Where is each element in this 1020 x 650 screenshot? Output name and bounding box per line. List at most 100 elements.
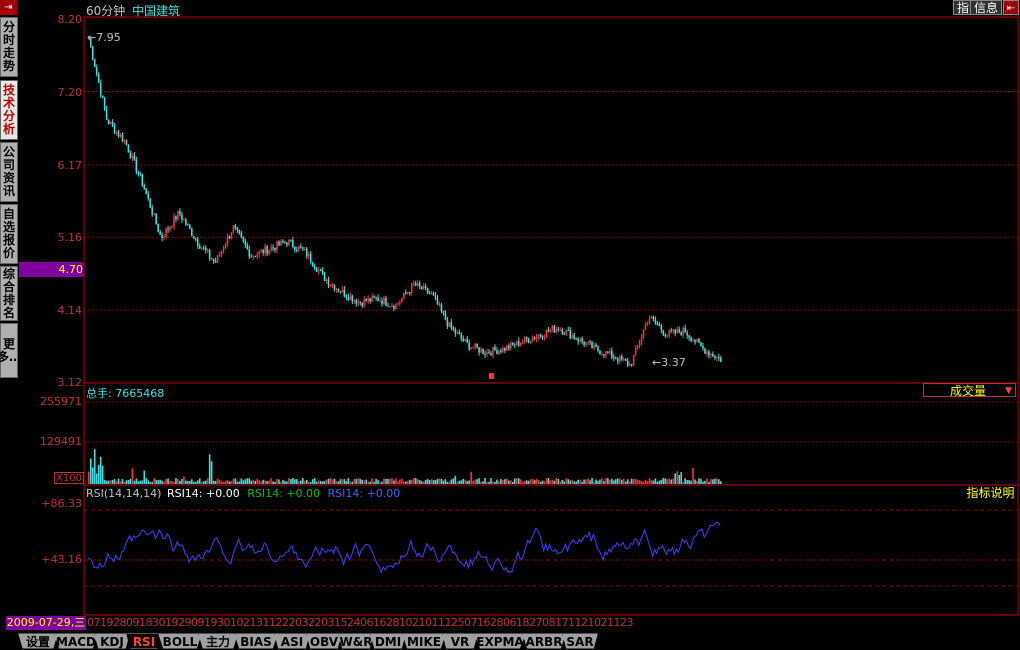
volume-bar: [335, 481, 338, 484]
volume-bar: [196, 480, 199, 484]
volume-bar: [208, 454, 211, 484]
indicator-tab[interactable]: BOLL: [158, 633, 202, 649]
volume-bar: [597, 480, 599, 484]
indicator-tab[interactable]: 主力: [198, 633, 238, 649]
candle-body: [339, 291, 342, 293]
candle-body: [418, 283, 421, 287]
volume-bar: [292, 478, 294, 484]
candle-body: [460, 334, 463, 339]
volume-bar: [183, 476, 185, 484]
price-tick: 7.20: [57, 86, 83, 99]
candle-body: [494, 346, 496, 351]
volume-dropdown[interactable]: 成交量 ▼: [923, 383, 1016, 398]
volume-bar: [670, 479, 673, 484]
time-label: 27: [529, 616, 543, 629]
volume-panel-frame: [83, 382, 1019, 486]
volume-bar: [714, 478, 716, 484]
chevron-down-icon: ▼: [1005, 386, 1012, 396]
info-button[interactable]: 信息: [970, 0, 1003, 15]
volume-bar: [583, 479, 585, 484]
candle-body: [531, 337, 534, 342]
candle-body: [399, 302, 401, 304]
candle-body: [521, 342, 524, 344]
period-label[interactable]: 60分钟: [86, 2, 125, 19]
candle-body: [137, 171, 140, 174]
candle-body: [652, 316, 655, 320]
indicator-tab[interactable]: DMI: [370, 633, 406, 649]
volume-bar: [537, 480, 540, 484]
volume-bar: [290, 479, 292, 484]
candle-body: [185, 219, 187, 225]
volume-bar: [500, 479, 502, 484]
candle-body: [127, 145, 130, 153]
indicator-tab[interactable]: 设置: [18, 633, 58, 649]
candle-body: [117, 131, 120, 137]
candle-body: [716, 356, 718, 359]
volume-bar: [363, 480, 365, 484]
indicator-tab[interactable]: MIKE: [402, 633, 446, 649]
volume-bar: [496, 479, 498, 484]
volume-bar: [589, 480, 591, 484]
volume-bar: [115, 480, 118, 484]
indicator-tab[interactable]: VR: [442, 633, 478, 649]
time-label: 11: [568, 616, 582, 629]
indicator-tab[interactable]: SAR: [562, 633, 598, 649]
indicator-tab[interactable]: KDJ: [94, 633, 130, 649]
exit-icon[interactable]: ⇤: [1003, 0, 1019, 15]
candle-body: [111, 122, 114, 126]
candle-body: [335, 288, 338, 290]
candle-body: [472, 347, 474, 349]
candle-body: [363, 299, 365, 306]
indicator-tab[interactable]: OBV: [306, 633, 342, 649]
indicator-tab[interactable]: W&R: [338, 633, 374, 649]
volume-bar: [149, 481, 151, 484]
volume-bar: [408, 479, 411, 484]
candle-body: [632, 354, 635, 366]
volume-bar: [250, 480, 253, 484]
indicator-tab[interactable]: ARBR: [522, 633, 566, 649]
candle-body: [331, 284, 334, 286]
time-label: 02: [594, 616, 608, 629]
volume-bar: [327, 478, 330, 484]
candle-body: [579, 338, 581, 342]
volume-bar: [511, 481, 514, 484]
volume-bar: [125, 480, 128, 484]
candle-body: [523, 337, 526, 343]
indicator-tab[interactable]: RSI: [126, 633, 162, 649]
candle-body: [228, 236, 231, 238]
candle-body: [329, 284, 332, 286]
candle-body: [218, 254, 221, 256]
candle-body: [700, 342, 702, 346]
volume-bar: [109, 480, 112, 484]
indicator-tab[interactable]: BIAS: [234, 633, 278, 649]
chart-area[interactable]: [0, 0, 1020, 632]
candle-body: [686, 332, 688, 336]
candle-body: [244, 241, 247, 246]
indicator-tab[interactable]: MACD: [54, 633, 98, 649]
volume-bar: [157, 480, 159, 484]
volume-bar: [185, 480, 187, 484]
candle-body: [515, 340, 518, 346]
candle-body: [369, 298, 371, 302]
volume-bar: [638, 480, 641, 484]
volume-bar: [236, 481, 239, 484]
candle-body: [179, 211, 181, 215]
candle-body: [519, 343, 522, 346]
high-marker: ←7.95: [87, 31, 121, 44]
volume-bar: [256, 479, 258, 484]
candle-body: [311, 262, 314, 267]
candle-body: [169, 226, 171, 230]
indicator-tab[interactable]: EXPMA: [474, 633, 526, 649]
volume-bar: [119, 481, 122, 484]
volume-bar: [650, 480, 653, 484]
volume-bar: [702, 481, 704, 484]
indicator-tab[interactable]: ASI: [274, 633, 310, 649]
candle-body: [545, 329, 548, 337]
indicator-help-button[interactable]: 指标说明: [965, 487, 1016, 500]
volume-bar: [434, 480, 437, 484]
candle-body: [684, 327, 686, 333]
candle-body: [299, 246, 302, 248]
volume-bar: [387, 478, 389, 484]
indicator-tab-bar: 设置 MACD KDJ RSI BOLL 主力 BIAS ASI OBV W&R DMI MIKE VR…: [0, 632, 1020, 649]
candle-body: [609, 350, 611, 354]
